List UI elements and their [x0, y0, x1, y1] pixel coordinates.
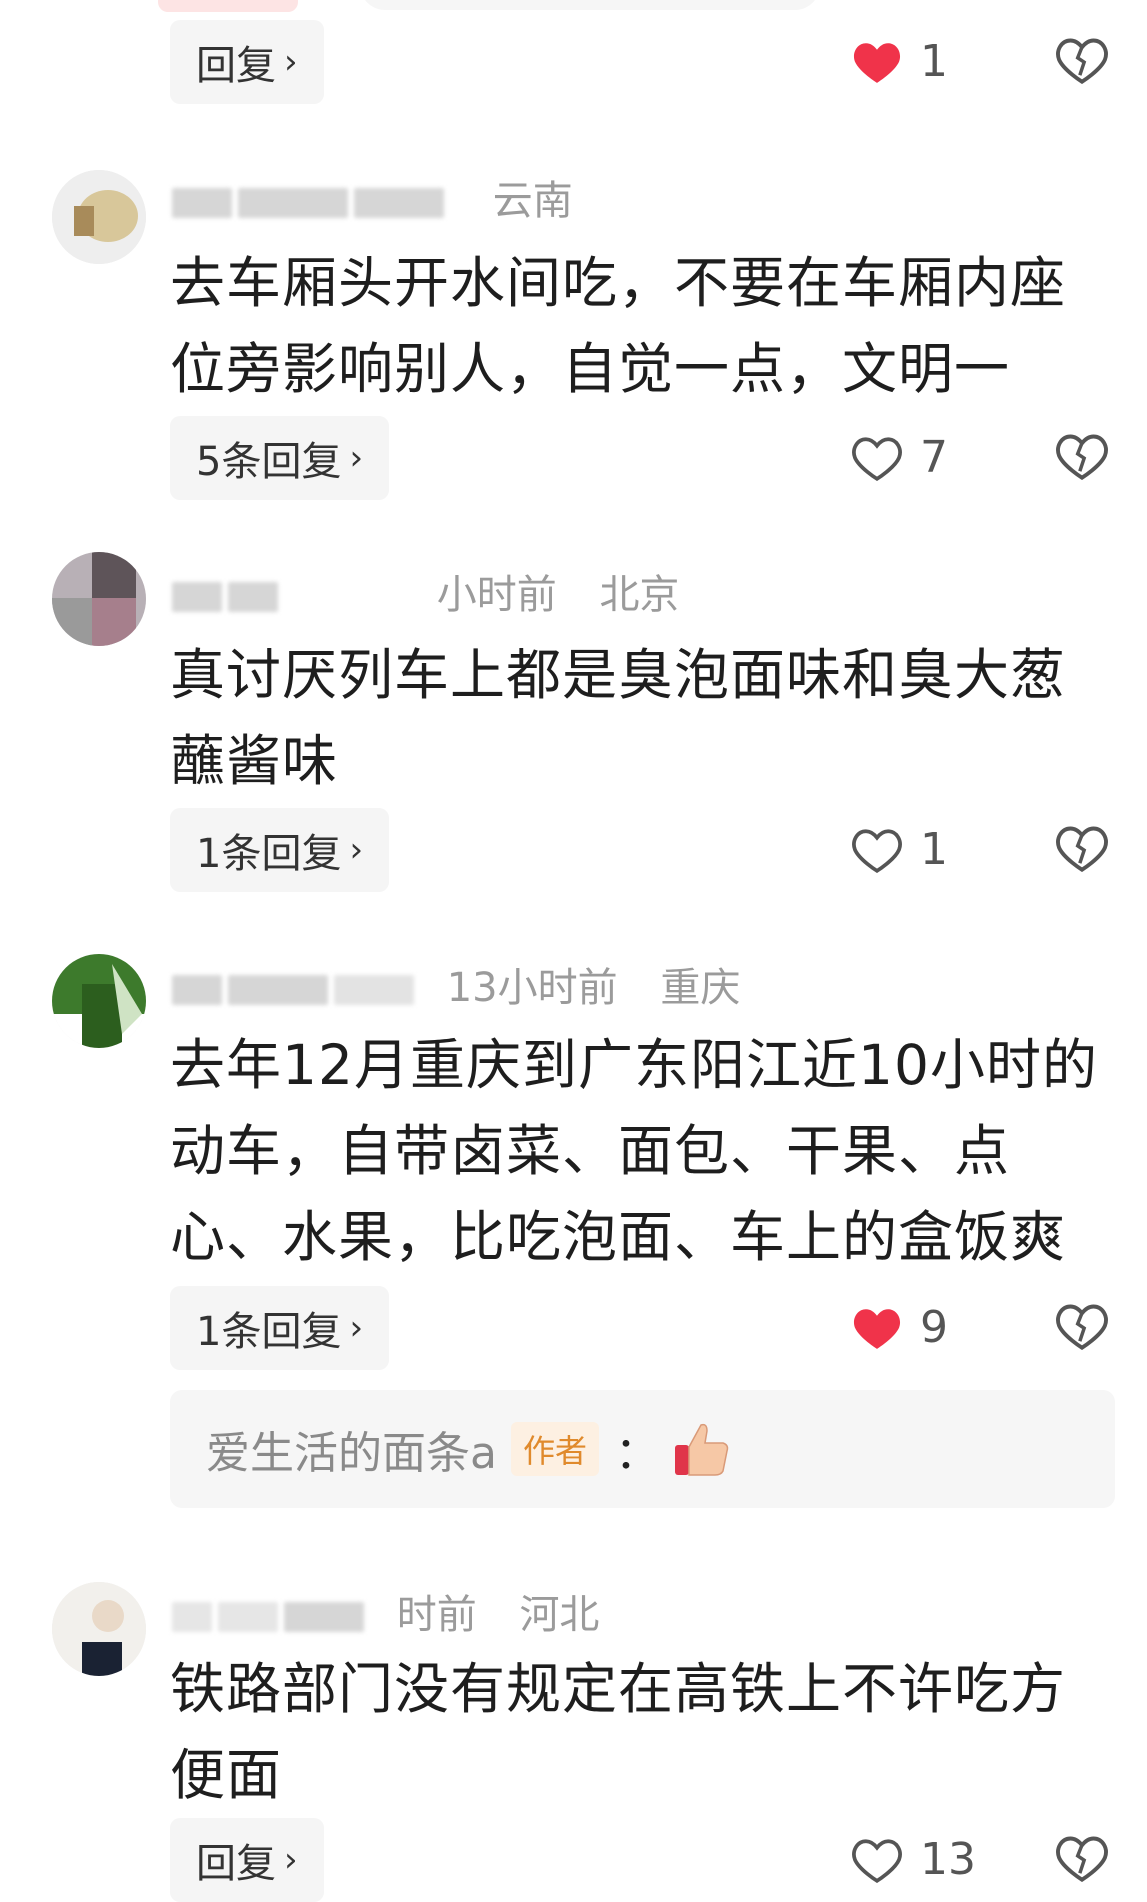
- chevron-right-icon: ›: [349, 1308, 364, 1348]
- view-replies-button[interactable]: 1条回复 ›: [170, 808, 390, 892]
- comment-meta: 13小时前 重庆: [172, 955, 740, 1011]
- comment-content: 真讨厌列车上都是臭泡面味和臭大葱蘸酱味: [170, 643, 1067, 793]
- reply-colon: ：: [614, 1428, 659, 1479]
- comment-content: 铁路部门没有规定在高铁上不许吃方便面: [170, 1657, 1067, 1807]
- reply-label: 回复: [196, 43, 276, 89]
- chevron-right-icon: ›: [349, 830, 364, 870]
- like-button[interactable]: 7: [852, 432, 948, 483]
- like-count: 7: [920, 432, 948, 483]
- heart-icon: [853, 42, 901, 83]
- avatar[interactable]: [52, 170, 146, 264]
- like-button[interactable]: 1: [852, 824, 948, 875]
- author-badge: 作者: [510, 1422, 599, 1476]
- like-count: 1: [920, 36, 948, 87]
- blurred-username: [172, 582, 222, 612]
- blurred-username: [228, 975, 328, 1005]
- reply-button[interactable]: 回复 ›: [170, 1818, 324, 1902]
- blurred-username: [334, 975, 414, 1005]
- previous-comment-tag: [158, 0, 298, 12]
- reply-label: 1条回复: [196, 1309, 342, 1355]
- blurred-username: [172, 975, 222, 1005]
- time-ago: 13小时前: [446, 965, 618, 1011]
- reply-label: 1条回复: [196, 831, 342, 877]
- avatar[interactable]: [52, 954, 146, 1048]
- location: 北京: [599, 572, 680, 618]
- location: 重庆: [660, 965, 741, 1011]
- time-ago: 小时前: [436, 572, 557, 618]
- blurred-username: [238, 188, 348, 218]
- previous-comment-pill: [360, 0, 820, 10]
- broken-heart-icon[interactable]: [1056, 432, 1108, 480]
- like-button[interactable]: 13: [852, 1834, 976, 1885]
- broken-heart-icon[interactable]: [1056, 824, 1108, 872]
- blurred-username: [228, 582, 278, 612]
- view-replies-button[interactable]: 5条回复 ›: [170, 416, 390, 500]
- broken-heart-icon[interactable]: [1056, 36, 1108, 84]
- nested-reply[interactable]: 爱生活的面条a 作者 ：: [170, 1390, 1115, 1508]
- chevron-right-icon: ›: [284, 42, 298, 82]
- comment-meta: 云南: [172, 168, 573, 224]
- reply-label: 回复: [196, 1841, 276, 1887]
- like-count: 13: [920, 1834, 976, 1885]
- reply-label: 5条回复: [196, 439, 342, 485]
- heart-icon: [852, 436, 902, 481]
- chevron-right-icon: ›: [349, 438, 364, 478]
- reply-button[interactable]: 回复 ›: [170, 20, 324, 104]
- blurred-username: [172, 1602, 212, 1632]
- view-replies-button[interactable]: 1条回复 ›: [170, 1286, 390, 1370]
- avatar[interactable]: [52, 552, 146, 646]
- blurred-username: [218, 1602, 278, 1632]
- comment-meta: 小时前 北京: [172, 562, 679, 618]
- blurred-time: [354, 188, 444, 218]
- broken-heart-icon[interactable]: [1056, 1302, 1108, 1350]
- avatar[interactable]: [52, 1582, 146, 1676]
- blurred-username: [284, 582, 404, 612]
- heart-icon: [852, 828, 902, 873]
- like-button[interactable]: 9: [852, 1302, 948, 1353]
- comment-meta: 时前 河北: [172, 1582, 599, 1638]
- like-count: 9: [920, 1302, 948, 1353]
- thumbs-up-icon: [674, 1423, 729, 1476]
- reply-author[interactable]: 爱生活的面条a: [206, 1417, 497, 1481]
- blurred-username: [172, 188, 232, 218]
- location: 云南: [492, 178, 573, 224]
- location: 河北: [519, 1592, 600, 1638]
- heart-icon: [852, 1838, 902, 1883]
- like-button[interactable]: 1: [852, 36, 948, 87]
- chevron-right-icon: ›: [284, 1840, 298, 1880]
- blurred-username: [284, 1602, 364, 1632]
- heart-icon: [853, 1308, 901, 1349]
- time-ago: 时前: [396, 1592, 477, 1638]
- broken-heart-icon[interactable]: [1056, 1834, 1108, 1882]
- like-count: 1: [920, 824, 948, 875]
